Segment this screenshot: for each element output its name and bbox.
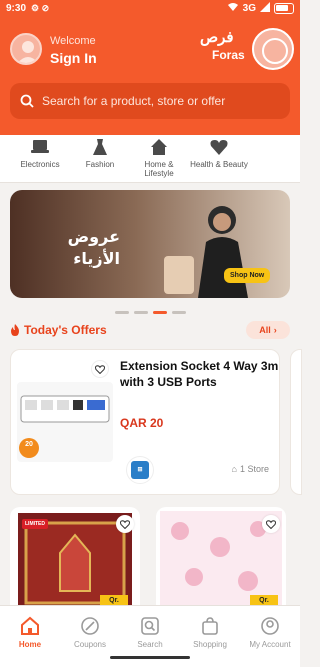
coupon-icon xyxy=(81,617,99,635)
brand-english: Foras xyxy=(212,48,245,62)
chevron-right-icon: › xyxy=(273,325,277,335)
avatar[interactable] xyxy=(10,33,42,65)
banner-title-line1: عروض xyxy=(67,227,120,246)
prayer-rug-image: LIMITED Qr. xyxy=(18,513,132,607)
tab-home[interactable]: Home xyxy=(0,616,60,649)
dress-icon xyxy=(93,139,107,155)
tab-label: Coupons xyxy=(73,640,107,649)
offer-title: Extension Socket 4 Way 3m with 3 USB Por… xyxy=(120,359,279,389)
brand-arabic: فرص xyxy=(200,28,234,46)
tab-my-account[interactable]: My Account xyxy=(240,616,300,649)
welcome-text: Welcome xyxy=(50,35,96,47)
network-label: 3G xyxy=(242,3,256,14)
tab-label: My Account xyxy=(249,640,291,649)
category-electronics[interactable]: Electronics xyxy=(10,138,70,169)
tab-label: Search xyxy=(137,640,163,649)
tab-label: Shopping xyxy=(193,640,227,649)
heart-outline-icon xyxy=(95,364,105,374)
category-label: Health & Beauty xyxy=(190,160,248,169)
offer-price: QAR 20 xyxy=(120,416,164,430)
status-bar: 9:30 ⚙ ⊘ 3G xyxy=(0,0,300,18)
status-notification-icons: ⚙ ⊘ xyxy=(31,3,50,13)
store-icon: ⌂ xyxy=(231,464,237,474)
home-indicator xyxy=(110,656,190,659)
store-count: ⌂ 1 Store xyxy=(232,464,269,474)
banner-title: عروض الأزياء xyxy=(40,226,120,270)
view-all-label: All xyxy=(259,325,271,335)
status-time: 9:30 xyxy=(6,3,27,14)
sign-in-link[interactable]: Sign In xyxy=(50,50,97,66)
view-all-button[interactable]: All › xyxy=(246,321,290,339)
search-input[interactable]: Search for a product, store or offer xyxy=(10,83,290,119)
carousel-dot-active[interactable] xyxy=(153,311,167,314)
store-logo[interactable]: ⊞ xyxy=(126,456,154,484)
electronics-icon xyxy=(31,140,49,153)
account-icon xyxy=(261,617,279,635)
tab-shopping[interactable]: Shopping xyxy=(180,616,240,649)
carousel-dot[interactable] xyxy=(134,311,148,314)
next-offer-card[interactable] xyxy=(290,349,302,495)
category-label: Electronics xyxy=(20,160,60,169)
search-icon xyxy=(141,617,159,635)
favorite-button[interactable] xyxy=(116,515,134,533)
flame-icon xyxy=(11,324,19,336)
offers-title-text: Today's Offers xyxy=(24,323,107,337)
category-home-lifestyle[interactable]: Home & Lifestyle xyxy=(129,138,189,178)
category-health-beauty[interactable]: Health & Beauty xyxy=(189,138,249,169)
offer-card[interactable]: 20 Extension Socket 4 Way 3m with 3 USB … xyxy=(10,349,280,495)
tab-coupons[interactable]: Coupons xyxy=(60,616,120,649)
heart-icon xyxy=(210,140,228,155)
foras-logo: فرص Foras xyxy=(198,28,294,70)
product-tile[interactable]: Qr. xyxy=(156,507,286,607)
store-logo-icon: ⊞ xyxy=(131,461,149,479)
carousel-indicator xyxy=(115,311,186,314)
heart-outline-icon xyxy=(266,519,276,529)
store-count-label: 1 Store xyxy=(239,464,269,474)
home-icon xyxy=(151,139,167,155)
search-placeholder: Search for a product, store or offer xyxy=(42,94,226,108)
status-right: 3G xyxy=(227,2,294,15)
product-image: 20 xyxy=(17,382,113,462)
category-fashion[interactable]: Fashion xyxy=(70,138,130,169)
carousel-dot[interactable] xyxy=(115,311,129,314)
signal-icon xyxy=(260,2,270,15)
carousel-dot[interactable] xyxy=(172,311,186,314)
heart-outline-icon xyxy=(120,519,130,529)
shop-now-button[interactable]: Shop Now xyxy=(224,268,271,283)
tab-search[interactable]: Search xyxy=(120,616,180,649)
shopping-bag-icon xyxy=(202,617,218,635)
battery-icon xyxy=(274,3,294,14)
limited-badge: LIMITED xyxy=(22,519,48,529)
home-icon xyxy=(21,616,39,635)
favorite-button[interactable] xyxy=(262,515,280,533)
category-label: Fashion xyxy=(85,160,115,169)
category-label: Home & Lifestyle xyxy=(144,160,174,178)
product-price-tag: 20 xyxy=(25,441,33,448)
category-bar: Electronics Fashion Home & Lifestyle Hea… xyxy=(0,135,300,183)
wifi-icon xyxy=(227,2,239,15)
favorite-button[interactable] xyxy=(91,360,109,378)
search-icon xyxy=(20,94,34,108)
todays-offers-heading: Today's Offers xyxy=(10,323,107,337)
tab-label: Home xyxy=(18,640,42,649)
promo-banner[interactable]: عروض الأزياء Shop Now xyxy=(10,190,290,298)
banner-title-line2: الأزياء xyxy=(73,249,120,268)
product-tile[interactable]: LIMITED Qr. xyxy=(10,507,140,607)
brand-emblem-icon xyxy=(252,28,294,70)
